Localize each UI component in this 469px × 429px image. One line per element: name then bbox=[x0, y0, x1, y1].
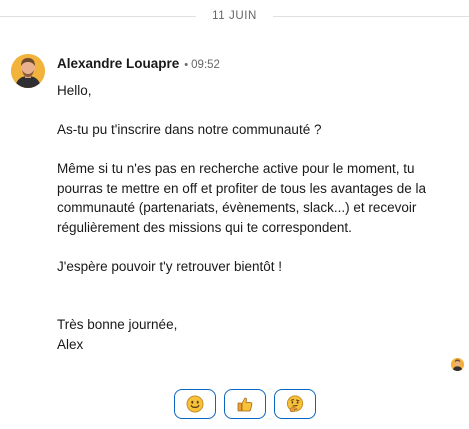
reaction-button-thumbs-up[interactable] bbox=[224, 389, 266, 419]
message-paragraph: Alex bbox=[57, 336, 84, 352]
message-paragraph: Hello, bbox=[57, 83, 92, 98]
sender-avatar[interactable] bbox=[11, 54, 45, 88]
date-divider: 11 JUIN bbox=[0, 6, 469, 26]
reaction-button-smile[interactable] bbox=[174, 389, 216, 419]
message-header: Alexandre Louapre • 09:52 bbox=[57, 56, 220, 74]
reaction-button-thinking[interactable] bbox=[274, 389, 316, 419]
date-label: 11 JUIN bbox=[212, 10, 257, 22]
message-paragraph: Même si tu n'es pas en recherche active … bbox=[57, 161, 426, 235]
message-paragraph: J'espère pouvoir t'y retrouver bientôt ! bbox=[57, 258, 283, 274]
thinking-face-emoji-icon bbox=[286, 395, 304, 412]
thumbs-up-emoji-icon bbox=[237, 397, 253, 412]
sender-name[interactable]: Alexandre Louapre bbox=[57, 56, 179, 71]
message-paragraph: As-tu pu t'inscrire dans notre communaut… bbox=[57, 122, 322, 137]
message-body: Hello, As-tu pu t'inscrire dans notre co… bbox=[57, 81, 462, 354]
seen-by-avatar-icon bbox=[451, 358, 464, 371]
profile-photo-icon bbox=[11, 54, 45, 88]
smiling-face-emoji-icon bbox=[186, 395, 204, 413]
message-paragraph: Très bonne journée, bbox=[57, 317, 178, 332]
read-receipt-avatar bbox=[451, 358, 464, 371]
header-separator: • bbox=[184, 59, 189, 71]
quick-reactions bbox=[174, 389, 316, 419]
divider-line-right bbox=[272, 15, 469, 17]
message-timestamp: 09:52 bbox=[191, 59, 220, 71]
divider-line-left bbox=[0, 15, 197, 17]
